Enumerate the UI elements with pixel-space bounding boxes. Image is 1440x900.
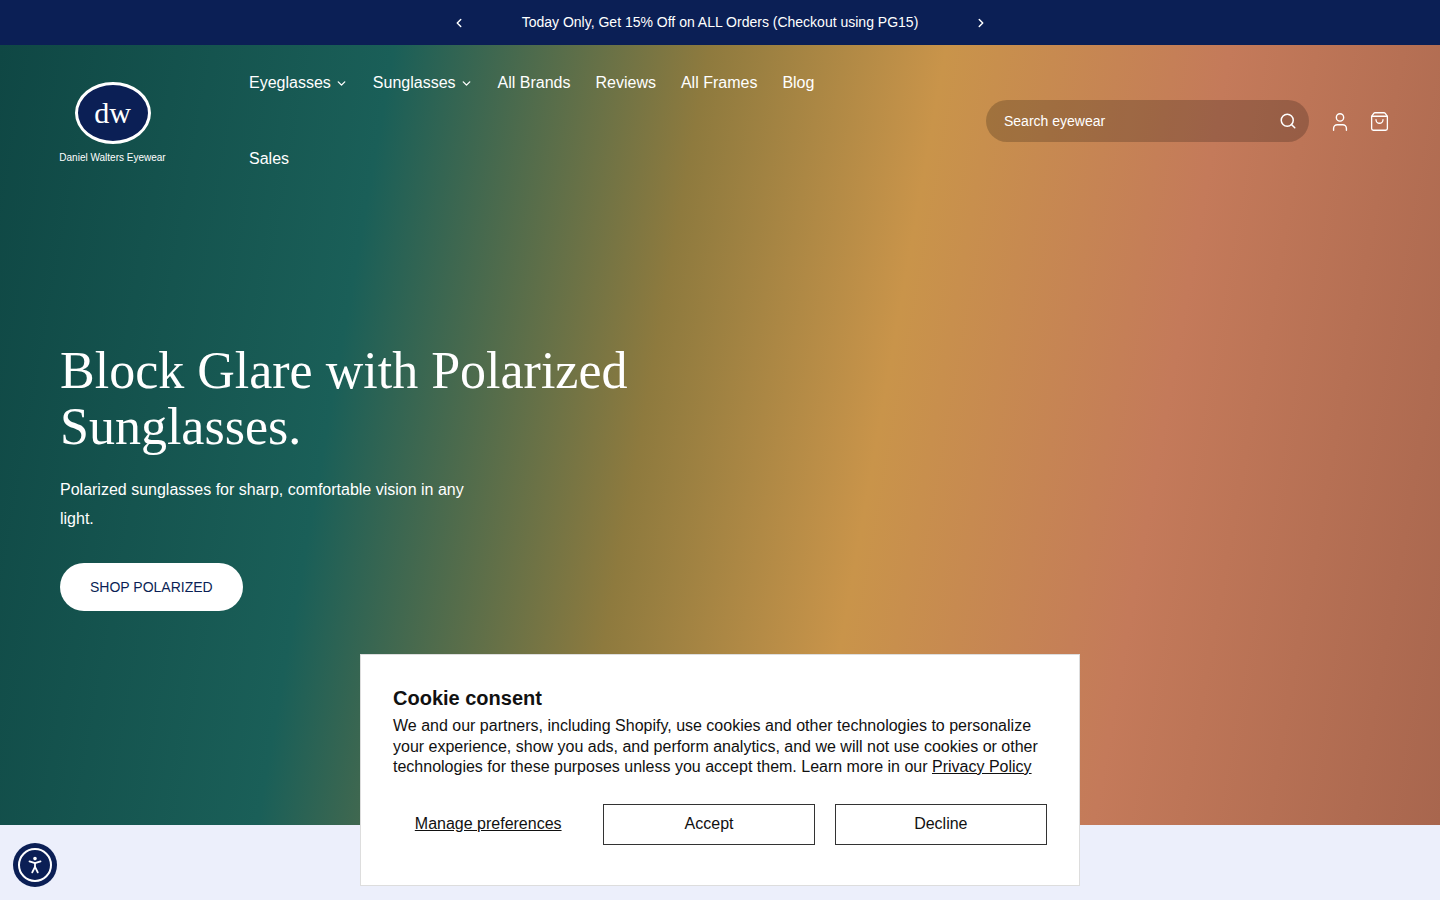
page: Today Only, Get 15% Off on ALL Orders (C… — [0, 0, 1440, 900]
accessibility-button[interactable] — [13, 843, 57, 887]
chevron-down-icon — [460, 77, 473, 90]
main-nav: Eyeglasses Sunglasses All Brands Reviews All… — [249, 70, 859, 171]
shop-polarized-button[interactable]: SHOP POLARIZED — [60, 563, 243, 611]
nav-item[interactable]: Blog — [782, 71, 814, 95]
search-field[interactable]: Search eyewear — [986, 100, 1309, 142]
privacy-policy-link[interactable]: Privacy Policy — [932, 758, 1032, 775]
nav-item[interactable]: Sunglasses — [373, 71, 473, 95]
cookie-text: We and our partners, including Shopify, … — [393, 716, 1047, 778]
logo-name: Daniel Walters Eyewear — [59, 150, 165, 165]
nav-item[interactable]: Eyeglasses — [249, 71, 348, 95]
accept-button[interactable]: Accept — [603, 804, 814, 845]
logo-mark: dw — [75, 82, 151, 144]
manage-preferences-button[interactable]: Manage preferences — [393, 804, 583, 845]
nav-item[interactable]: All Brands — [498, 71, 571, 95]
hero-content: Block Glare with Polarized Sunglasses. Po… — [0, 171, 1440, 611]
logo[interactable]: dw Daniel Walters Eyewear — [50, 82, 175, 165]
nav-item[interactable]: Sales — [249, 147, 289, 171]
search-placeholder: Search eyewear — [1004, 111, 1279, 132]
hero-subtitle: Polarized sunglasses for sharp, comforta… — [60, 475, 500, 533]
announcement-bar: Today Only, Get 15% Off on ALL Orders (C… — [0, 0, 1440, 45]
search-icon[interactable] — [1279, 112, 1297, 130]
account-icon[interactable] — [1329, 111, 1351, 133]
prev-arrow-icon[interactable] — [452, 16, 466, 30]
cookie-buttons: Manage preferences Accept Decline — [393, 804, 1047, 845]
nav-item[interactable]: Reviews — [595, 71, 655, 95]
accessibility-icon — [24, 854, 46, 876]
decline-button[interactable]: Decline — [835, 804, 1047, 845]
nav-item[interactable]: All Frames — [681, 71, 757, 95]
header: dw Daniel Walters Eyewear Eyeglasses Sungla… — [0, 45, 1440, 171]
hero-title: Block Glare with Polarized Sunglasses. — [60, 343, 700, 455]
cookie-title: Cookie consent — [393, 685, 1047, 711]
cookie-consent: Cookie consent We and our partners, inclu… — [360, 654, 1080, 886]
next-arrow-icon[interactable] — [974, 16, 988, 30]
chevron-down-icon — [335, 77, 348, 90]
cart-icon[interactable] — [1369, 111, 1390, 132]
announcement-text: Today Only, Get 15% Off on ALL Orders (C… — [522, 12, 919, 33]
